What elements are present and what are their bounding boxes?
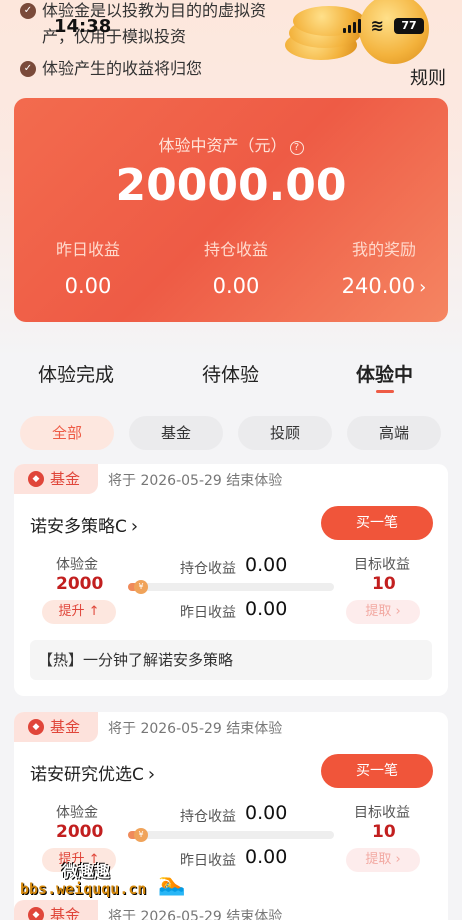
- asset-value: 20000.00: [115, 160, 347, 211]
- coin-icon: ¥: [134, 828, 148, 842]
- chevron-right-icon: ›: [130, 516, 139, 537]
- experience-fund-label: 体验金: [56, 557, 98, 573]
- coin-icon: ¥: [134, 580, 148, 594]
- asset-title: 体验中资产（元）?: [14, 132, 448, 156]
- stat-holding: 持仓收益 0.00: [166, 236, 306, 298]
- yesterday-label: 昨日收益: [180, 605, 236, 621]
- stat-value: 0.00: [64, 274, 112, 298]
- tab-pending[interactable]: 待体验: [202, 360, 259, 387]
- chevron-right-icon: ›: [391, 852, 401, 867]
- hot-article-link[interactable]: 【热】一分钟了解诺安多策略: [30, 640, 432, 680]
- asset-card: 体验中资产（元）? 20000.00 昨日收益 0.00 持仓收益 0.00 我…: [14, 98, 448, 322]
- stat-value: 0.00: [212, 274, 260, 298]
- watermark: 微趣趣 bbs.weiququ.cn 🏊: [20, 858, 220, 908]
- help-icon[interactable]: ?: [289, 141, 304, 155]
- product-card: ◆ 基金 将于 2026-05-29 结束体验 诺安多策略C › 买一笔 体验金 …: [14, 464, 448, 696]
- target-label: 目标收益: [354, 805, 410, 821]
- buy-button[interactable]: 买一笔: [321, 754, 433, 788]
- buy-button[interactable]: 买一笔: [321, 506, 433, 540]
- filter-chips: 全部 基金 投顾 高端: [0, 416, 462, 450]
- end-date-text: 将于 2026-05-29 结束体验: [108, 721, 283, 737]
- badge-icon: ◆: [28, 907, 44, 920]
- end-date-text: 将于 2026-05-29 结束体验: [108, 473, 283, 489]
- product-tag: ◆ 基金: [14, 464, 98, 494]
- stat-yesterday: 昨日收益 0.00: [18, 236, 158, 298]
- tab-in-progress[interactable]: 体验中: [356, 360, 413, 387]
- status-time: 14:38: [54, 16, 112, 37]
- battery-icon: 77: [394, 17, 424, 34]
- holding-label: 持仓收益: [180, 561, 236, 577]
- holding-value: 0.00: [245, 802, 288, 824]
- stat-rewards[interactable]: 我的奖励 240.00 ›: [314, 236, 454, 298]
- tab-indicator: [376, 390, 394, 393]
- badge-icon: ◆: [28, 719, 44, 735]
- filter-advisor[interactable]: 投顾: [238, 416, 332, 450]
- yesterday-value: 0.00: [245, 598, 288, 620]
- status-bar: 14:38 ≋ 77: [0, 0, 462, 50]
- experience-fund-value: 2000: [56, 574, 104, 594]
- progress-bar: ¥: [128, 828, 334, 842]
- target-value: 10: [372, 574, 396, 594]
- status-tabs: 体验完成 待体验 体验中: [0, 360, 462, 400]
- filter-fund[interactable]: 基金: [129, 416, 223, 450]
- end-date-text: 将于 2026-05-29 结束体验: [108, 909, 283, 920]
- target-value: 10: [372, 822, 396, 842]
- yesterday-value: 0.00: [245, 846, 288, 868]
- tab-completed[interactable]: 体验完成: [38, 360, 114, 387]
- experience-fund-value: 2000: [56, 822, 104, 842]
- watermark-brand: 微趣趣: [62, 862, 111, 881]
- holding-value: 0.00: [245, 554, 288, 576]
- mascot-icon: 🏊: [158, 872, 186, 897]
- rules-link[interactable]: 规则: [410, 64, 446, 90]
- wifi-icon: ≋: [370, 16, 384, 35]
- chevron-right-icon: ›: [147, 764, 156, 785]
- target-label: 目标收益: [354, 557, 410, 573]
- stat-label: 持仓收益: [203, 240, 268, 259]
- progress-bar: ¥: [128, 580, 334, 594]
- stat-label: 昨日收益: [55, 240, 120, 259]
- holding-label: 持仓收益: [180, 809, 236, 825]
- claim-button[interactable]: 提取 ›: [346, 848, 420, 872]
- chevron-right-icon: ›: [391, 604, 401, 619]
- watermark-url: bbs.weiququ.cn: [20, 880, 147, 898]
- badge-icon: ◆: [28, 471, 44, 487]
- product-name[interactable]: 诺安多策略C ›: [30, 512, 138, 537]
- chevron-right-icon: ›: [419, 277, 427, 298]
- note-text: 体验产生的收益将归您: [42, 59, 203, 78]
- product-tag: ◆ 基金: [14, 712, 98, 742]
- stat-label: 我的奖励: [351, 240, 416, 259]
- boost-button[interactable]: 提升 ↑: [42, 600, 116, 624]
- check-icon: ✓: [20, 61, 36, 77]
- product-name[interactable]: 诺安研究优选C ›: [30, 760, 155, 785]
- arrow-up-icon: ↑: [84, 604, 100, 619]
- filter-premium[interactable]: 高端: [347, 416, 441, 450]
- signal-icon: [342, 18, 361, 33]
- note-item: ✓ 体验产生的收益将归您: [20, 56, 202, 82]
- experience-fund-label: 体验金: [56, 805, 98, 821]
- stat-value[interactable]: 240.00 ›: [314, 274, 454, 298]
- filter-all[interactable]: 全部: [20, 416, 114, 450]
- claim-button[interactable]: 提取 ›: [346, 600, 420, 624]
